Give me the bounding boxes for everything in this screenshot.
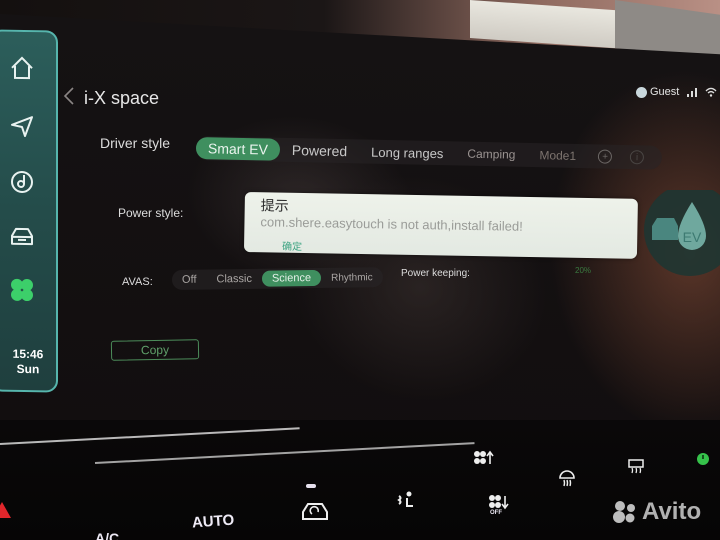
status-bar: Guest: [636, 86, 720, 98]
signal-icon: [687, 88, 698, 97]
dialog-title: 提示: [260, 197, 289, 214]
ev-mode-badge: EV: [644, 190, 720, 276]
tab-long-ranges[interactable]: Long ranges: [359, 141, 456, 164]
car-icon: [11, 227, 33, 246]
sidebar-item-apps[interactable]: [8, 276, 36, 304]
avas-option-off[interactable]: Off: [172, 272, 207, 288]
sidebar-item-home[interactable]: [8, 54, 36, 82]
alert-dialog: 提示 com.shere.easytouch is not auth,insta…: [243, 192, 638, 259]
avas-option-rhythmic[interactable]: Rhythmic: [321, 270, 383, 286]
front-defrost-icon[interactable]: [558, 470, 576, 488]
user-name[interactable]: Guest: [650, 86, 679, 98]
glare-reflection: [94, 442, 475, 464]
avas-option-science[interactable]: Science: [261, 269, 322, 287]
home-icon: [11, 56, 33, 80]
sidebar-item-navigation[interactable]: [8, 112, 36, 140]
clock-time: 15:46: [12, 346, 44, 362]
dialog-ok-button[interactable]: 确定: [282, 238, 302, 253]
recirculation-icon[interactable]: [300, 500, 330, 522]
sidebar-item-music[interactable]: [8, 168, 36, 196]
wifi-icon: [705, 87, 717, 97]
driver-style-label: Driver style: [100, 135, 171, 151]
avito-logo-icon: [613, 501, 635, 523]
copy-button[interactable]: Copy: [110, 339, 200, 361]
tab-camping[interactable]: Camping: [455, 143, 527, 165]
power-icon[interactable]: [696, 452, 710, 466]
fan-up-icon[interactable]: [472, 450, 494, 466]
back-chevron-icon[interactable]: [62, 86, 76, 106]
tab-powered[interactable]: Powered: [280, 139, 360, 163]
watermark: Avito: [612, 498, 701, 526]
avas-options: Off Classic Science Rhythmic: [171, 267, 383, 290]
watermark-text: Avito: [642, 498, 702, 525]
seat-heat-icon[interactable]: [395, 490, 415, 514]
glare-reflection: [0, 427, 300, 445]
power-keeping-value[interactable]: 20%: [575, 266, 591, 275]
power-style-label: Power style:: [118, 206, 184, 220]
indicator-light: [306, 484, 316, 488]
info-circle-icon[interactable]: i: [629, 150, 645, 165]
plus-circle-icon[interactable]: +: [597, 149, 613, 164]
dialog-message: com.shere.easytouch is not auth,install …: [260, 214, 523, 234]
sidebar: 15:46 Sun: [0, 29, 58, 393]
page-title: i-X space: [84, 88, 160, 108]
fan-off-label: OFF: [490, 510, 502, 516]
ev-label: EV: [683, 229, 702, 245]
power-keeping-label: Power keeping:: [401, 268, 470, 279]
navigation-arrow-icon: [11, 116, 33, 138]
rear-defrost-icon[interactable]: [628, 458, 644, 474]
music-disc-icon: [11, 170, 33, 193]
hazard-icon[interactable]: [0, 500, 18, 520]
car-silhouette-icon: [652, 218, 678, 240]
driver-style-tabs: Smart EV Powered Long ranges Camping Mod…: [195, 136, 663, 170]
auto-button[interactable]: AUTO: [191, 512, 234, 532]
faint-description: [598, 300, 720, 308]
clover-icon: [11, 278, 33, 302]
tab-smart-ev[interactable]: Smart EV: [195, 137, 281, 161]
avas-option-classic[interactable]: Classic: [206, 271, 262, 288]
fan-down-icon[interactable]: [487, 494, 509, 510]
clock-day: Sun: [16, 361, 40, 377]
avatar-icon[interactable]: [636, 86, 647, 98]
sidebar-item-vehicle[interactable]: [8, 222, 36, 250]
tab-mode1[interactable]: Mode1: [527, 145, 588, 166]
ac-button[interactable]: A/C: [95, 530, 119, 540]
avas-label: AVAS:: [122, 276, 153, 288]
